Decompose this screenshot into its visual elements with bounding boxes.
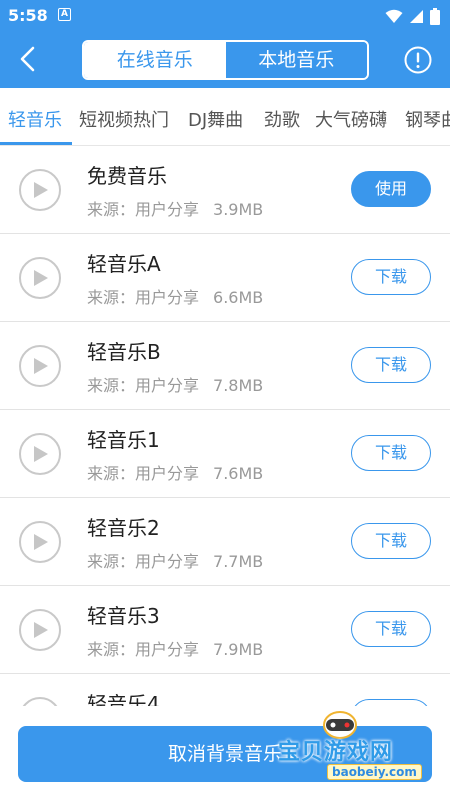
track-size: 7.6MB xyxy=(213,464,264,483)
play-icon xyxy=(34,534,48,550)
watermark-url: baobeiy.com xyxy=(327,764,422,780)
track-row: 免费音乐 来源：用户分享 3.9MB 使用 xyxy=(0,146,450,234)
play-icon xyxy=(34,182,48,198)
download-button[interactable]: 下载 xyxy=(351,523,431,559)
status-time: 5:58 xyxy=(8,6,48,25)
play-button[interactable] xyxy=(19,169,61,211)
battery-icon xyxy=(430,7,440,25)
play-button[interactable] xyxy=(19,345,61,387)
category-tabs: 轻音乐 短视频热门 DJ舞曲 劲歌 大气磅礴 钢琴曲 xyxy=(0,88,450,146)
back-icon[interactable] xyxy=(14,44,44,74)
download-button[interactable]: 下载 xyxy=(351,347,431,383)
download-button[interactable]: 下载 xyxy=(351,259,431,295)
source-segmented-control: 在线音乐 本地音乐 xyxy=(82,40,369,80)
track-row: 轻音乐2 来源：用户分享 7.7MB 下载 xyxy=(0,498,450,586)
download-button[interactable]: 下载 xyxy=(351,435,431,471)
category-tab-majestic[interactable]: 大气磅礴 xyxy=(315,106,387,132)
track-title: 轻音乐A xyxy=(87,252,161,276)
category-tab-piano[interactable]: 钢琴曲 xyxy=(405,106,450,132)
track-row: 轻音乐4 xyxy=(0,674,450,706)
play-icon xyxy=(34,446,48,462)
play-button[interactable] xyxy=(19,521,61,563)
track-meta: 来源：用户分享 3.9MB xyxy=(87,196,263,220)
tab-online-music[interactable]: 在线音乐 xyxy=(84,42,226,78)
track-row: 轻音乐3 来源：用户分享 7.9MB 下载 xyxy=(0,586,450,674)
signal-icon xyxy=(410,9,423,23)
track-source: 来源：用户分享 xyxy=(87,376,200,395)
track-source: 来源：用户分享 xyxy=(87,640,200,659)
play-icon xyxy=(34,270,48,286)
play-icon xyxy=(34,358,48,374)
track-title: 轻音乐3 xyxy=(87,604,160,628)
tab-local-music[interactable]: 本地音乐 xyxy=(225,42,367,78)
play-button[interactable] xyxy=(19,433,61,475)
track-title: 轻音乐B xyxy=(87,340,161,364)
active-tab-indicator xyxy=(0,142,72,145)
track-meta: 来源：用户分享 7.9MB xyxy=(87,636,263,660)
track-meta: 来源：用户分享 7.7MB xyxy=(87,548,263,572)
wifi-icon xyxy=(385,9,403,23)
track-size: 6.6MB xyxy=(213,288,264,307)
watermark-text: 宝贝游戏网 xyxy=(278,740,394,765)
track-title: 免费音乐 xyxy=(87,164,167,188)
play-button[interactable] xyxy=(19,697,61,706)
play-icon xyxy=(34,622,48,638)
track-size: 7.9MB xyxy=(213,640,264,659)
category-tab-short-video[interactable]: 短视频热门 xyxy=(79,106,169,132)
track-row: 轻音乐B 来源：用户分享 7.8MB 下载 xyxy=(0,322,450,410)
track-list[interactable]: 免费音乐 来源：用户分享 3.9MB 使用 轻音乐A 来源：用户分享 6.6MB 下… xyxy=(0,146,450,706)
track-meta: 来源：用户分享 7.6MB xyxy=(87,460,263,484)
track-source: 来源：用户分享 xyxy=(87,552,200,571)
track-source: 来源：用户分享 xyxy=(87,288,200,307)
use-button[interactable]: 使用 xyxy=(351,171,431,207)
track-row: 轻音乐A 来源：用户分享 6.6MB 下载 xyxy=(0,234,450,322)
info-icon[interactable] xyxy=(404,46,432,74)
app-bar: 在线音乐 本地音乐 xyxy=(0,32,450,88)
notification-icon: A xyxy=(58,8,71,21)
track-source: 来源：用户分享 xyxy=(87,464,200,483)
track-source: 来源：用户分享 xyxy=(87,200,200,219)
track-title: 轻音乐4 xyxy=(87,692,160,706)
play-button[interactable] xyxy=(19,257,61,299)
status-icons xyxy=(385,7,440,25)
track-size: 3.9MB xyxy=(213,200,264,219)
play-button[interactable] xyxy=(19,609,61,651)
track-size: 7.7MB xyxy=(213,552,264,571)
track-size: 7.8MB xyxy=(213,376,264,395)
track-title: 轻音乐2 xyxy=(87,516,160,540)
category-tab-light-music[interactable]: 轻音乐 xyxy=(8,106,62,132)
track-title: 轻音乐1 xyxy=(87,428,160,452)
category-tab-dj[interactable]: DJ舞曲 xyxy=(188,106,243,132)
track-meta: 来源：用户分享 6.6MB xyxy=(87,284,263,308)
status-bar: 5:58 A xyxy=(0,0,450,32)
category-tab-power-songs[interactable]: 劲歌 xyxy=(264,106,300,132)
download-button[interactable]: 下载 xyxy=(351,611,431,647)
track-row: 轻音乐1 来源：用户分享 7.6MB 下载 xyxy=(0,410,450,498)
track-meta: 来源：用户分享 7.8MB xyxy=(87,372,263,396)
